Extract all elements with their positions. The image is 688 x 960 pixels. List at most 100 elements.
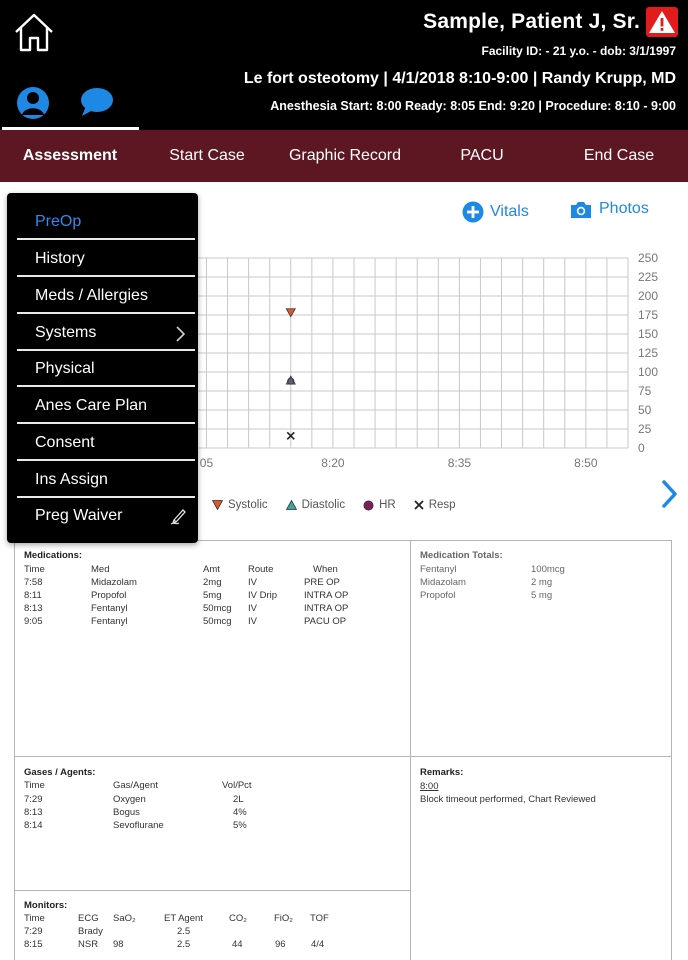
tab-assessment[interactable]: Assessment — [10, 130, 130, 182]
col-header: Route — [248, 564, 274, 575]
x-tick-label: 8:35 — [448, 456, 472, 470]
y-tick-label: 250 — [638, 251, 658, 265]
y-tick-label: 200 — [638, 289, 658, 303]
menu-item-label: PreOp — [35, 213, 82, 230]
gas-agent: Oxygen — [113, 794, 146, 805]
messages-button[interactable] — [78, 86, 116, 118]
vitals-label: Vitals — [490, 203, 529, 220]
gas-time: 8:14 — [24, 820, 43, 831]
monitor-ecg: Brady — [78, 926, 103, 937]
menu-item-physical[interactable]: Physical — [17, 351, 195, 387]
y-tick-label: 150 — [638, 327, 658, 341]
gas-time: 8:13 — [24, 807, 43, 818]
chart-legend: Systolic Diastolic HR Resp — [212, 499, 456, 511]
patient-profile-button[interactable] — [16, 86, 50, 120]
legend-hr: HR — [363, 499, 396, 511]
monitor-et-agent: 2.5 — [177, 939, 191, 950]
menu-item-label: Ins Assign — [35, 471, 108, 488]
menu-item-ins-assign[interactable]: Ins Assign — [17, 462, 195, 498]
patient-name: Sample, Patient J, Sr. — [423, 10, 640, 33]
menu-item-anes-care-plan[interactable]: Anes Care Plan — [17, 388, 195, 424]
col-header: CO₂ — [229, 913, 247, 924]
menu-item-history[interactable]: History — [17, 241, 195, 277]
legend-label: HR — [379, 499, 396, 511]
med-when: INTRA OP — [304, 590, 349, 601]
medications-title: Medications: — [24, 550, 83, 561]
data-point-hr — [287, 377, 295, 385]
total-med-amount: 5 mg — [531, 590, 553, 601]
med-amount: 5mg — [203, 590, 222, 601]
col-header: Vol/Pct — [222, 780, 252, 791]
menu-divider — [17, 459, 195, 461]
triangle-down-icon — [212, 500, 223, 510]
col-header: When — [313, 564, 338, 575]
home-icon — [15, 13, 53, 52]
photos-label: Photos — [599, 200, 649, 217]
remark-text: Block timeout performed, Chart Reviewed — [420, 794, 596, 805]
remarks-panel: Remarks: 8:00 Block timeout performed, C… — [410, 756, 672, 960]
app-header: Sample, Patient J, Sr. Facility ID: - 21… — [0, 0, 688, 130]
col-header: Amt — [203, 564, 220, 575]
menu-item-meds-allergies[interactable]: Meds / Allergies — [17, 278, 195, 314]
facility-info: Facility ID: - 21 y.o. - dob: 3/1/1997 — [481, 44, 676, 58]
total-med-name: Fentanyl — [420, 564, 457, 575]
y-tick-label: 225 — [638, 270, 658, 284]
remark-time[interactable]: 8:00 — [420, 781, 439, 792]
gas-volume: 4% — [233, 807, 247, 818]
x-tick-label: 8:20 — [321, 456, 345, 470]
monitor-time: 7:29 — [24, 926, 43, 937]
medication-totals-title: Medication Totals: — [420, 550, 503, 561]
monitors-panel: Monitors: Time ECG SaO₂ ET Agent CO₂ FiO… — [14, 890, 411, 960]
medications-panel: Medications: Time Med Amt Route When 7:5… — [14, 540, 411, 757]
gas-time: 7:29 — [24, 794, 43, 805]
triangle-up-icon — [285, 500, 297, 510]
add-vitals-button[interactable]: Vitals — [462, 200, 529, 224]
gas-agent: Sevoflurane — [113, 820, 164, 831]
med-time: 9:05 — [24, 616, 43, 627]
next-page-button[interactable] — [655, 472, 685, 516]
med-name: Midazolam — [91, 577, 137, 588]
med-route: IV — [248, 577, 257, 588]
monitor-tof: 4/4 — [311, 939, 325, 950]
y-tick-label: 175 — [638, 308, 658, 322]
menu-item-preg-waiver[interactable]: Preg Waiver — [17, 498, 195, 534]
col-header: Time — [24, 780, 45, 791]
legend-systolic: Systolic — [212, 499, 268, 511]
med-time: 7:58 — [24, 577, 43, 588]
menu-item-label: History — [35, 250, 85, 267]
total-med-name: Midazolam — [420, 577, 466, 588]
med-amount: 50mcg — [203, 616, 232, 627]
med-route: IV Drip — [248, 590, 278, 601]
circle-icon — [363, 500, 374, 510]
menu-divider — [17, 238, 195, 240]
med-time: 8:11 — [24, 590, 42, 601]
col-header: ECG — [78, 913, 99, 924]
tab-pacu[interactable]: PACU — [430, 130, 534, 182]
legend-resp: Resp — [414, 499, 456, 511]
med-amount: 2mg — [203, 577, 222, 588]
camera-icon — [571, 202, 591, 218]
tab-graphic-record[interactable]: Graphic Record — [272, 130, 418, 182]
col-header: Med — [91, 564, 110, 575]
data-point-systolic — [285, 308, 296, 318]
col-header: Gas/Agent — [113, 780, 158, 791]
tab-end-case[interactable]: End Case — [556, 130, 682, 182]
menu-item-label: Meds / Allergies — [35, 287, 148, 304]
photos-button[interactable]: Photos — [569, 196, 649, 222]
menu-divider — [17, 385, 195, 387]
menu-item-consent[interactable]: Consent — [17, 425, 195, 461]
med-when: PACU OP — [304, 616, 347, 627]
main-nav: Assessment Start Case Graphic Record PAC… — [0, 130, 688, 182]
gases-title: Gases / Agents: — [24, 767, 96, 778]
y-tick-label: 75 — [638, 384, 652, 398]
y-tick-label: 125 — [638, 346, 658, 360]
med-name: Fentanyl — [91, 616, 128, 627]
menu-item-systems[interactable]: Systems — [17, 315, 195, 351]
monitors-title: Monitors: — [24, 900, 68, 911]
home-button[interactable] — [12, 10, 56, 54]
tab-start-case[interactable]: Start Case — [148, 130, 266, 182]
warning-icon — [649, 11, 675, 33]
menu-item-preop[interactable]: PreOp — [17, 204, 195, 240]
menu-divider — [17, 312, 195, 314]
alert-button[interactable] — [646, 7, 678, 37]
